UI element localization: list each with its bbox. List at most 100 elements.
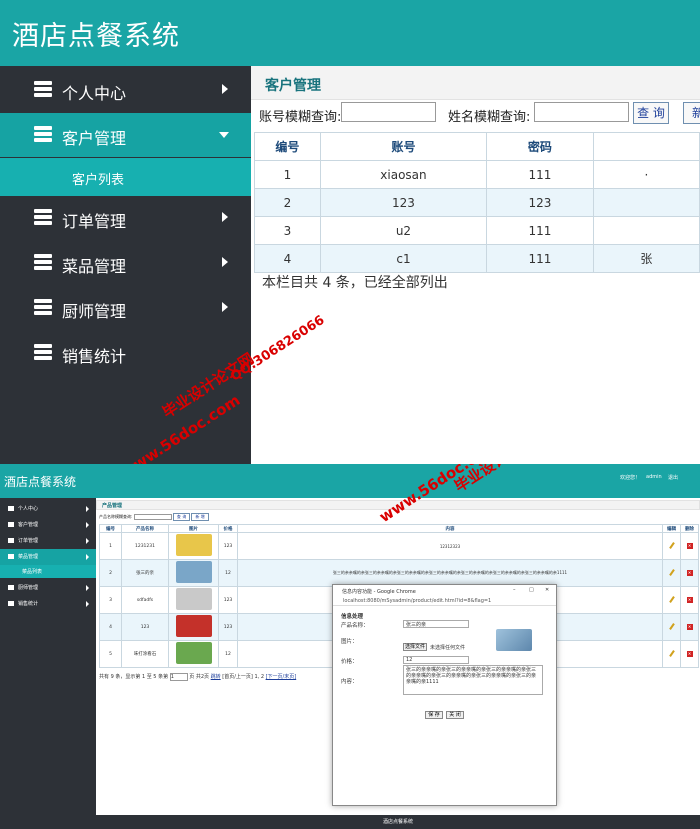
account-search-input[interactable] bbox=[341, 102, 436, 122]
column-header bbox=[592, 132, 700, 161]
table-cell: sdfadfs bbox=[121, 586, 169, 614]
sidebar-item-dish-management[interactable]: 菜品管理 bbox=[0, 549, 96, 565]
pencil-icon[interactable] bbox=[668, 568, 675, 576]
table-cell: c1 bbox=[319, 244, 488, 273]
sidebar-item-personal-center[interactable]: 个人中心 bbox=[0, 68, 251, 112]
query-button[interactable]: 查 询 bbox=[633, 102, 669, 124]
table-cell: · bbox=[592, 160, 700, 189]
table-cell: 111 bbox=[486, 216, 594, 245]
username: admin bbox=[646, 474, 662, 480]
table-cell: ✕ bbox=[680, 613, 699, 641]
column-header: 编辑 bbox=[662, 524, 681, 533]
column-header: 价格 bbox=[218, 524, 238, 533]
table-cell bbox=[168, 613, 219, 641]
table-header-row: 编号 账号 密码 bbox=[254, 132, 700, 161]
pencil-icon[interactable] bbox=[668, 649, 675, 657]
table-cell bbox=[168, 640, 219, 668]
maximize-icon[interactable]: □ bbox=[529, 587, 534, 593]
close-button[interactable]: 关 闭 bbox=[446, 711, 464, 719]
name-label: 产品名称： bbox=[341, 623, 369, 629]
table-cell: ✕ bbox=[680, 586, 699, 614]
sidebar-item-chef-management[interactable]: 厨师管理 bbox=[0, 286, 251, 330]
record-summary: 本栏目共 4 条，已经全部列出 bbox=[262, 275, 448, 291]
dialog-window-title: 信息内容功能 - Google Chrome bbox=[342, 589, 416, 595]
table-cell bbox=[168, 559, 219, 587]
pencil-icon[interactable] bbox=[668, 595, 675, 603]
chevron-right-icon bbox=[86, 601, 89, 607]
chevron-down-icon bbox=[86, 554, 89, 560]
column-header: 产品名称 bbox=[121, 524, 169, 533]
sidebar-item-label: 厨师管理 bbox=[18, 585, 39, 591]
product-image bbox=[175, 615, 212, 637]
sidebar-item-dish-management[interactable]: 菜品管理 bbox=[0, 241, 251, 285]
address-bar[interactable]: localhost:8080/mSysadmin/product/edit.ht… bbox=[333, 596, 556, 606]
table-cell: 111 bbox=[486, 160, 594, 189]
pager-total: 页 共2页 bbox=[189, 674, 210, 680]
delete-icon[interactable]: ✕ bbox=[686, 543, 693, 549]
stack-icon bbox=[34, 254, 52, 270]
sidebar-subitem-customer-list[interactable]: 客户列表 bbox=[0, 158, 251, 196]
table-cell: 12 bbox=[218, 640, 238, 668]
dialog-url: localhost:8080/mSysadmin/product/edit.ht… bbox=[343, 598, 492, 604]
sidebar-item-personal-center[interactable]: 个人中心 bbox=[0, 501, 96, 517]
table-cell: 123 bbox=[218, 586, 238, 614]
product-thumbnail bbox=[496, 629, 532, 651]
add-button[interactable]: 新 bbox=[683, 102, 700, 124]
jump-link[interactable]: 跳转 bbox=[211, 674, 221, 680]
price-label: 价格： bbox=[341, 659, 358, 665]
logout-link[interactable]: 退出 bbox=[668, 474, 678, 481]
first-prev-link[interactable]: [首页/上一页] bbox=[222, 674, 253, 680]
table-row: 4 c1 111 张 bbox=[254, 244, 700, 273]
sidebar-item-order-management[interactable]: 订单管理 bbox=[0, 196, 251, 240]
delete-icon[interactable]: ✕ bbox=[686, 597, 693, 603]
stack-icon bbox=[8, 601, 14, 606]
name-search-label: 姓名模糊查询: bbox=[448, 110, 531, 125]
column-header: 账号 bbox=[319, 132, 488, 161]
sidebar-item-label: 个人中心 bbox=[62, 84, 127, 103]
sidebar-subitem-dish-list[interactable]: 菜品列表 bbox=[0, 565, 96, 578]
content-textarea[interactable]: 张三的亲亲嘴的亲张三的亲亲嘴的亲张三的亲亲嘴的亲张三的亲亲嘴的亲张三的亲亲嘴的亲… bbox=[403, 665, 543, 695]
name-field[interactable]: 张三的亲 bbox=[403, 620, 469, 628]
table-cell: 张 bbox=[592, 244, 700, 273]
sidebar-subitem-label: 菜品列表 bbox=[22, 569, 43, 575]
choose-file-button[interactable]: 选择文件 bbox=[403, 643, 427, 651]
table-cell: 3 bbox=[99, 586, 122, 614]
table-cell: 1 bbox=[254, 160, 321, 189]
add-button[interactable]: 新 增 bbox=[191, 513, 209, 521]
dialog-titlebar: 信息内容功能 - Google Chrome – □ ✕ bbox=[333, 585, 556, 596]
stack-icon bbox=[8, 522, 14, 527]
minimize-icon[interactable]: – bbox=[513, 587, 516, 593]
chevron-right-icon bbox=[222, 212, 228, 222]
delete-icon[interactable]: ✕ bbox=[686, 624, 693, 630]
table-cell: 123 bbox=[319, 188, 488, 217]
form-title: 信息处理 bbox=[341, 614, 364, 620]
pencil-icon[interactable] bbox=[668, 541, 675, 549]
delete-icon[interactable]: ✕ bbox=[686, 651, 693, 657]
close-icon[interactable]: ✕ bbox=[545, 587, 549, 593]
price-field[interactable]: 12 bbox=[403, 656, 469, 664]
save-button[interactable]: 保 存 bbox=[425, 711, 443, 719]
stack-icon bbox=[8, 585, 14, 590]
sidebar-item-chef-management[interactable]: 厨师管理 bbox=[0, 580, 96, 596]
sidebar-item-order-management[interactable]: 订单管理 bbox=[0, 533, 96, 549]
sidebar-item-customer-management[interactable]: 客户管理 bbox=[0, 113, 251, 157]
table-cell: 5 bbox=[99, 640, 122, 668]
chevron-right-icon bbox=[86, 522, 89, 528]
sidebar-item-customer-management[interactable]: 客户管理 bbox=[0, 517, 96, 533]
table-cell bbox=[592, 188, 700, 217]
page-number-input[interactable]: 1 bbox=[169, 673, 188, 681]
sidebar-item-label: 厨师管理 bbox=[62, 302, 127, 321]
sidebar-item-sales-statistics[interactable]: 销售统计 bbox=[0, 596, 96, 612]
table-cell: 1231231 bbox=[121, 532, 169, 560]
delete-icon[interactable]: ✕ bbox=[686, 570, 693, 576]
table-cell: 4 bbox=[99, 613, 122, 641]
table-row: 2 123 123 bbox=[254, 188, 700, 217]
table-row: 2 张三的亲 12 张三的亲亲嘴的亲张三的亲亲嘴的亲张三的亲亲嘴的亲张三的亲亲嘴的亲张… bbox=[99, 559, 699, 587]
name-search-input[interactable] bbox=[534, 102, 629, 122]
table-row: 1 xiaosan 111 · bbox=[254, 160, 700, 189]
product-search-input[interactable] bbox=[133, 514, 172, 520]
pencil-icon[interactable] bbox=[668, 622, 675, 630]
query-button[interactable]: 查 询 bbox=[172, 513, 191, 521]
next-last-link[interactable]: [下一页/末页] bbox=[266, 674, 297, 680]
page-links[interactable]: 1, 2 bbox=[254, 674, 264, 680]
